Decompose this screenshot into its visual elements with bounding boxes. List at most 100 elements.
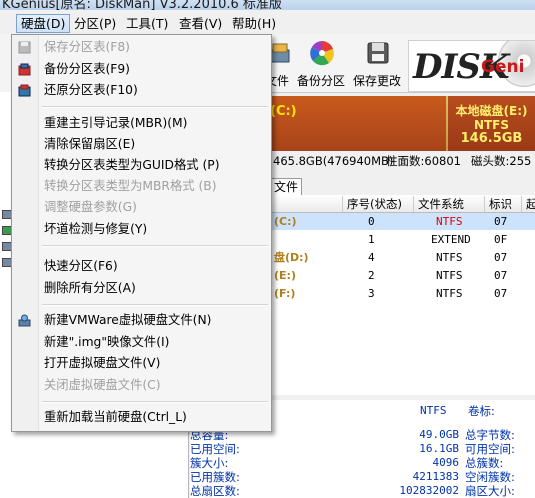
menu-disk[interactable]: 硬盘(D) <box>16 14 71 33</box>
menu-item-label: 新建".img"映像文件(I) <box>44 335 170 349</box>
partition-index: 0 <box>368 215 375 228</box>
detail-label: 总字节数: <box>465 428 515 442</box>
detail-label: 总簇数: <box>465 456 504 470</box>
menu-item-convert-to-guid[interactable]: 转换分区表类型为GUID格式 (P) <box>12 155 271 176</box>
toolbar-backup-partition-button[interactable]: 备份分区 <box>294 36 348 90</box>
save-icon <box>18 41 31 54</box>
toolbar-save-changes-button[interactable]: 保存更改 <box>350 36 404 90</box>
partition-fs: NTFS <box>436 215 463 228</box>
menu-item-label: 删除所有分区(A) <box>44 281 136 295</box>
partition-c-label: (C:) <box>270 104 297 119</box>
column-header-id[interactable]: 标识 <box>484 196 517 212</box>
detail-value: 102832002 <box>399 484 459 497</box>
menu-item-backup-partition-table[interactable]: 备份分区表(F9) <box>12 59 271 80</box>
menu-item-convert-to-mbr[interactable]: 转换分区表类型为MBR格式 (B) <box>12 176 271 197</box>
detail-value: 49.0GB <box>419 428 459 441</box>
detail-value: 16.1GB <box>419 442 459 455</box>
partition-name: (C:) <box>274 215 297 228</box>
detail-fs-value: NTFS <box>420 404 447 417</box>
diskgenius-logo: DISK Geni <box>408 40 535 92</box>
menu-separator <box>42 106 268 108</box>
column-header-start[interactable]: 起 <box>521 196 535 212</box>
menu-item-delete-all-partitions[interactable]: 删除所有分区(A) <box>12 278 271 299</box>
menu-separator <box>42 245 268 247</box>
menu-tools[interactable]: 工具(T) <box>122 15 172 32</box>
partition-id: 07 <box>494 287 508 300</box>
window-title: KGenius[原名: DiskMan] V3.2.2010.6 标准版 <box>2 0 282 10</box>
menu-item-label: 备份分区表(F9) <box>44 62 130 76</box>
disk-capacity: 465.8GB(476940MB) <box>273 154 394 168</box>
partition-index: 3 <box>368 287 375 300</box>
menu-item-adjust-disk-parameters[interactable]: 调整硬盘参数(G) <box>12 197 271 218</box>
menu-item-save-partition-table[interactable]: 保存分区表(F8) <box>12 37 271 58</box>
menu-item-clear-reserved-sectors[interactable]: 清除保留扇区(E) <box>12 134 271 155</box>
detail-label: 总扇区数: <box>190 484 240 498</box>
partition-name: 盘(D:) <box>274 251 309 264</box>
menu-item-label: 转换分区表类型为GUID格式 (P) <box>44 158 220 172</box>
menu-item-new-vmware-disk[interactable]: 新建VMWare虚拟硬盘文件(N) <box>12 310 271 331</box>
detail-label: 已用簇数: <box>190 470 240 484</box>
disk-menu-dropdown: 保存分区表(F8) 备份分区表(F9) 还原分区表(F10) 重建主引导记录(M… <box>11 34 272 432</box>
menu-item-label: 清除保留扇区(E) <box>44 137 136 151</box>
menu-item-bad-sector-check[interactable]: 坏道检测与修复(Y) <box>12 219 271 240</box>
menu-bar: 硬盘(D) 分区(P) 工具(T) 查看(V) 帮助(H) <box>0 14 535 34</box>
partition-name: (E:) <box>274 269 296 282</box>
menu-item-label: 保存分区表(F8) <box>44 40 130 54</box>
menu-item-label: 调整硬盘参数(G) <box>44 200 137 214</box>
save-changes-icon <box>367 42 389 64</box>
partition-fs: NTFS <box>436 269 463 282</box>
partition-fs: NTFS <box>436 287 463 300</box>
detail-label: 扇区大小: <box>465 484 515 498</box>
menu-item-rebuild-mbr[interactable]: 重建主引导记录(MBR)(M) <box>12 113 271 134</box>
detail-value: 4096 <box>432 456 460 469</box>
partition-id: 07 <box>494 215 508 228</box>
partition-id: 07 <box>494 251 508 264</box>
menu-item-close-virtual-disk[interactable]: 关闭虚拟硬盘文件(C) <box>12 375 271 396</box>
vmware-icon <box>18 314 31 327</box>
menu-item-label: 重建主引导记录(MBR)(M) <box>44 116 188 130</box>
menu-item-label: 还原分区表(F10) <box>44 83 138 97</box>
logo-suffix: Geni <box>481 57 525 77</box>
partition-index: 1 <box>368 233 375 246</box>
partition-e-fs: NTFS <box>473 118 510 132</box>
detail-value: 4211383 <box>412 470 459 483</box>
menu-item-restore-partition-table[interactable]: 还原分区表(F10) <box>12 80 271 101</box>
detail-volume-label: 卷标: <box>468 404 495 418</box>
menu-item-new-img-file[interactable]: 新建".img"映像文件(I) <box>12 332 271 353</box>
menu-separator <box>42 401 268 403</box>
menu-item-label: 坏道检测与修复(Y) <box>44 222 148 236</box>
partition-name: (F:) <box>274 287 296 300</box>
disk-heads: 磁头数:255 <box>471 154 532 168</box>
menu-item-open-virtual-disk[interactable]: 打开虚拟硬盘文件(V) <box>12 353 271 374</box>
column-header-index[interactable]: 序号(状态) <box>342 196 413 212</box>
toolbar-backup-label: 备份分区 <box>296 74 345 88</box>
detail-label: 空闲簇数: <box>465 470 515 484</box>
detail-label: 可用空间: <box>465 442 515 456</box>
menu-item-label: 关闭虚拟硬盘文件(C) <box>44 378 161 392</box>
partition-fs: NTFS <box>436 251 463 264</box>
backup-icon <box>18 63 31 76</box>
detail-label: 已用空间: <box>190 442 240 456</box>
partition-index: 2 <box>368 269 375 282</box>
menu-item-label: 重新加载当前硬盘(Ctrl_L) <box>44 410 187 424</box>
partition-index: 4 <box>368 251 375 264</box>
column-header-filesystem[interactable]: 文件系统 <box>413 196 484 212</box>
menu-separator <box>42 304 268 306</box>
partition-e-size: 146.5GB <box>460 131 523 146</box>
partition-id: 07 <box>494 269 508 282</box>
menu-item-reload-current-disk[interactable]: 重新加载当前硬盘(Ctrl_L) <box>12 407 271 428</box>
detail-label: 簇大小: <box>190 456 229 470</box>
menu-item-quick-partition[interactable]: 快速分区(F6) <box>12 256 271 277</box>
menu-item-label: 打开虚拟硬盘文件(V) <box>44 356 161 370</box>
backup-partition-icon <box>310 41 334 66</box>
menu-item-label: 快速分区(F6) <box>44 259 118 273</box>
partition-e-name: 本地磁盘(E:) <box>455 104 528 118</box>
menu-partition[interactable]: 分区(P) <box>70 15 120 32</box>
menu-item-label: 转换分区表类型为MBR格式 (B) <box>44 179 217 193</box>
menu-view[interactable]: 查看(V) <box>175 15 226 32</box>
toolbar-save-label: 保存更改 <box>352 74 401 88</box>
menu-help[interactable]: 帮助(H) <box>228 15 280 32</box>
partition-e-block[interactable]: 本地磁盘(E:) NTFS 146.5GB <box>448 96 535 151</box>
restore-icon <box>18 84 31 97</box>
tab-browse-files[interactable]: 文件 <box>270 178 303 196</box>
